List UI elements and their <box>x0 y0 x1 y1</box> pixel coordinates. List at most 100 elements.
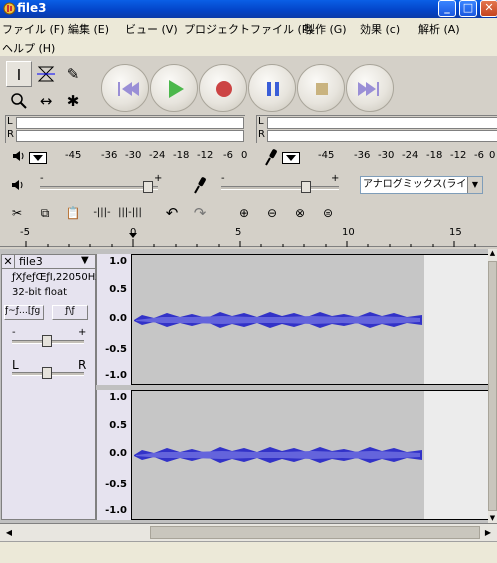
vruler-label: -1.0 <box>105 505 127 516</box>
input-slider-minus: - <box>221 173 225 184</box>
scale-label: -6 <box>223 150 233 161</box>
undo-icon[interactable]: ↶ <box>160 201 184 225</box>
envelope-tool-icon[interactable] <box>33 61 59 87</box>
microphone-icon <box>265 149 277 166</box>
track-close-icon[interactable]: ✕ <box>2 255 15 268</box>
transport-toolbar <box>97 64 427 112</box>
chevron-down-icon[interactable]: ▼ <box>467 177 482 193</box>
scroll-up-icon[interactable]: ▲ <box>488 249 497 258</box>
play-icon <box>169 80 184 98</box>
status-bar <box>0 541 497 563</box>
track-name[interactable]: file3 <box>19 255 43 268</box>
scroll-left-icon[interactable]: ◀ <box>2 526 16 540</box>
input-volume-icon <box>194 177 206 194</box>
vruler-label: 0.0 <box>109 313 127 324</box>
input-source-select[interactable]: アナログミックス(ライン/CD ▼ <box>360 176 483 194</box>
play-button[interactable] <box>150 64 198 112</box>
output-slider-plus: + <box>154 173 163 184</box>
edit-toolbar: ✂ ⧉ 📋 -|||- |||-||| ↶ ↷ ⊕ ⊖ ⊗ ⊜ <box>0 201 497 227</box>
redo-icon[interactable]: ↷ <box>188 201 212 225</box>
mixer-toolbar: - + - + アナログミックス(ライン/CD ▼ <box>0 172 497 198</box>
app-icon <box>3 2 16 15</box>
horizontal-scroll-thumb[interactable] <box>150 526 480 539</box>
menu-project[interactable]: プロジェクトファイル (P) <box>184 21 313 37</box>
track-menu-chevron-icon[interactable]: ▼ <box>81 255 89 266</box>
input-volume-slider[interactable] <box>221 186 339 190</box>
selection-tool-icon[interactable]: I <box>6 61 32 87</box>
maximize-button[interactable]: □ <box>459 0 477 17</box>
mute-button[interactable]: ƒ~ƒ…[ƒg <box>4 305 44 320</box>
channel1-wave-shape <box>134 312 422 328</box>
output-slider-minus: - <box>40 173 44 184</box>
stop-button[interactable] <box>297 64 345 112</box>
pan-left-label: L <box>12 358 19 372</box>
zoom-tool-icon[interactable] <box>6 88 32 114</box>
window-title: file3 <box>17 1 47 15</box>
playback-meter-menu-button[interactable] <box>29 152 47 164</box>
channel1-waveform[interactable] <box>131 254 489 385</box>
playback-meter-right-label: R <box>7 129 14 140</box>
record-button[interactable] <box>199 64 247 112</box>
output-volume-thumb[interactable] <box>143 181 153 193</box>
scale-label: -45 <box>318 150 335 161</box>
vertical-scroll-thumb[interactable] <box>488 261 497 511</box>
multi-tool-icon[interactable]: ✱ <box>60 88 86 114</box>
paste-icon[interactable]: 📋 <box>61 201 85 225</box>
menu-file[interactable]: ファイル (F) <box>2 21 64 37</box>
skip-start-icon <box>118 82 139 96</box>
draw-tool-icon[interactable]: ✎ <box>60 61 86 87</box>
copy-icon[interactable]: ⧉ <box>33 201 57 225</box>
cut-icon[interactable]: ✂ <box>5 201 29 225</box>
playback-meter-left-label: L <box>7 116 13 127</box>
zoom-selection-icon[interactable]: ⊗ <box>288 201 312 225</box>
vruler-label: 1.0 <box>109 256 127 267</box>
record-meter-menu-button[interactable] <box>282 152 300 164</box>
scale-label: -36 <box>354 150 371 161</box>
vruler-label: -1.0 <box>105 370 127 381</box>
zoom-out-icon[interactable]: ⊖ <box>260 201 284 225</box>
trim-icon[interactable]: -|||- <box>90 201 114 225</box>
menu-generate[interactable]: 製作 (G) <box>304 21 347 37</box>
pan-slider-thumb[interactable] <box>42 367 52 379</box>
gain-plus-label: + <box>78 327 87 338</box>
timeshift-tool-icon[interactable]: ↔ <box>33 88 59 114</box>
channel2-wave-shape <box>134 447 422 463</box>
scale-label: -36 <box>101 150 118 161</box>
menu-effect[interactable]: 効果 (c) <box>360 21 400 37</box>
solo-button[interactable]: ƒ\ƒ <box>52 305 88 320</box>
scale-label: -30 <box>125 150 142 161</box>
scroll-down-icon[interactable]: ▼ <box>488 514 497 523</box>
vertical-scrollbar[interactable]: ▲ ▼ <box>488 249 497 523</box>
record-meter[interactable]: L R <box>256 115 497 143</box>
pause-button[interactable] <box>248 64 296 112</box>
zoom-in-icon[interactable]: ⊕ <box>232 201 256 225</box>
menu-edit[interactable]: 編集 (E) <box>68 21 109 37</box>
menu-view[interactable]: ビュー (V) <box>125 21 178 37</box>
menu-help[interactable]: ヘルプ (H) <box>2 40 55 56</box>
output-volume-icon <box>12 180 23 190</box>
gain-slider-thumb[interactable] <box>42 335 52 347</box>
horizontal-scrollbar[interactable]: ◀ ▶ <box>0 523 497 541</box>
channel2-waveform[interactable] <box>131 390 489 520</box>
playback-meter[interactable]: L R <box>5 115 245 143</box>
scale-label: 0 <box>241 150 248 161</box>
timeline-ruler[interactable]: -5 0 5 10 15 <box>0 227 497 247</box>
output-volume-slider[interactable] <box>40 186 158 190</box>
scroll-right-icon[interactable]: ▶ <box>481 526 495 540</box>
record-meter-left-label: L <box>258 116 264 127</box>
vruler-label: 0.0 <box>109 448 127 459</box>
silence-icon[interactable]: |||-||| <box>118 201 142 225</box>
track-control-panel: ✕ file3 ▼ ƒXƒeƒŒƒI,22050Hz 32-bit float … <box>1 254 101 520</box>
skip-end-button[interactable] <box>346 64 394 112</box>
vruler-label: 0.5 <box>109 284 127 295</box>
menu-analyze[interactable]: 解析 (A) <box>418 21 460 37</box>
minimize-button[interactable]: _ <box>438 0 456 17</box>
scale-label: -45 <box>65 150 82 161</box>
skip-start-button[interactable] <box>101 64 149 112</box>
close-button[interactable]: ✕ <box>480 0 497 17</box>
tools-toolbar: I ✎ ↔ ✱ <box>3 59 87 115</box>
zoom-fit-icon[interactable]: ⊜ <box>316 201 340 225</box>
title-bar: file3 _ □ ✕ <box>0 0 497 18</box>
input-volume-thumb[interactable] <box>301 181 311 193</box>
input-slider-plus: + <box>331 173 340 184</box>
